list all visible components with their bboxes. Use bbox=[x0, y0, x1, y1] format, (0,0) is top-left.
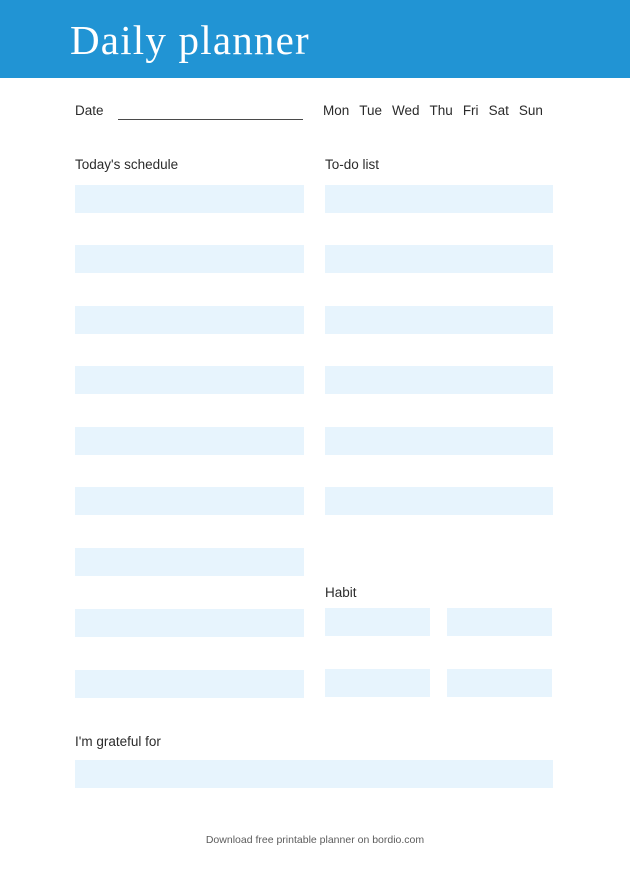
todo-entry-field[interactable] bbox=[325, 427, 553, 455]
schedule-entry-field[interactable] bbox=[75, 366, 304, 394]
habit-entry-field[interactable] bbox=[447, 669, 552, 697]
page-title: Daily planner bbox=[70, 17, 310, 63]
todo-section-label: To-do list bbox=[325, 157, 380, 172]
weekday-thu[interactable]: Thu bbox=[430, 101, 453, 121]
date-input-line[interactable] bbox=[118, 119, 303, 120]
habit-entry-field[interactable] bbox=[325, 700, 430, 728]
date-row: Date Mon Tue Wed Thu Fri Sat Sun bbox=[75, 101, 553, 123]
weekday-mon[interactable]: Mon bbox=[323, 101, 349, 121]
habit-entry-field[interactable] bbox=[447, 639, 552, 667]
habit-section-label: Habit bbox=[325, 585, 357, 600]
schedule-entry-field[interactable] bbox=[75, 185, 304, 213]
footer-credit: Download free printable planner on bordi… bbox=[205, 834, 425, 846]
weekday-fri[interactable]: Fri bbox=[463, 101, 479, 121]
weekday-selector: Mon Tue Wed Thu Fri Sat Sun bbox=[323, 101, 553, 121]
habit-row bbox=[325, 608, 553, 636]
weekday-sun[interactable]: Sun bbox=[519, 101, 543, 121]
habit-entry-field[interactable] bbox=[325, 608, 430, 636]
schedule-entry-field[interactable] bbox=[75, 245, 304, 273]
todo-entry-field[interactable] bbox=[325, 487, 553, 515]
todo-entry-field[interactable] bbox=[325, 306, 553, 334]
schedule-section-label: Today's schedule bbox=[75, 157, 179, 172]
habit-entry-field[interactable] bbox=[325, 669, 430, 697]
grateful-entry-field[interactable] bbox=[75, 760, 553, 788]
weekday-wed[interactable]: Wed bbox=[392, 101, 420, 121]
habit-row bbox=[325, 669, 553, 697]
todo-entry-field[interactable] bbox=[325, 366, 553, 394]
schedule-entry-field[interactable] bbox=[75, 306, 304, 334]
weekday-tue[interactable]: Tue bbox=[359, 101, 382, 121]
habit-entry-field[interactable] bbox=[447, 700, 552, 728]
habit-row bbox=[325, 639, 553, 667]
header-banner: Daily planner bbox=[0, 0, 630, 78]
habit-row bbox=[325, 700, 553, 728]
weekday-sat[interactable]: Sat bbox=[489, 101, 509, 121]
todo-entry-field[interactable] bbox=[325, 185, 553, 213]
schedule-entry-field[interactable] bbox=[75, 487, 304, 515]
habit-entry-field[interactable] bbox=[325, 639, 430, 667]
schedule-entry-field[interactable] bbox=[75, 670, 304, 698]
schedule-entry-field[interactable] bbox=[75, 548, 304, 576]
schedule-entry-field[interactable] bbox=[75, 427, 304, 455]
habit-grid bbox=[325, 608, 553, 730]
habit-entry-field[interactable] bbox=[447, 608, 552, 636]
grateful-section-label: I'm grateful for bbox=[75, 734, 161, 749]
schedule-entry-field[interactable] bbox=[75, 609, 304, 637]
todo-entry-field[interactable] bbox=[325, 245, 553, 273]
date-label: Date bbox=[75, 103, 104, 118]
